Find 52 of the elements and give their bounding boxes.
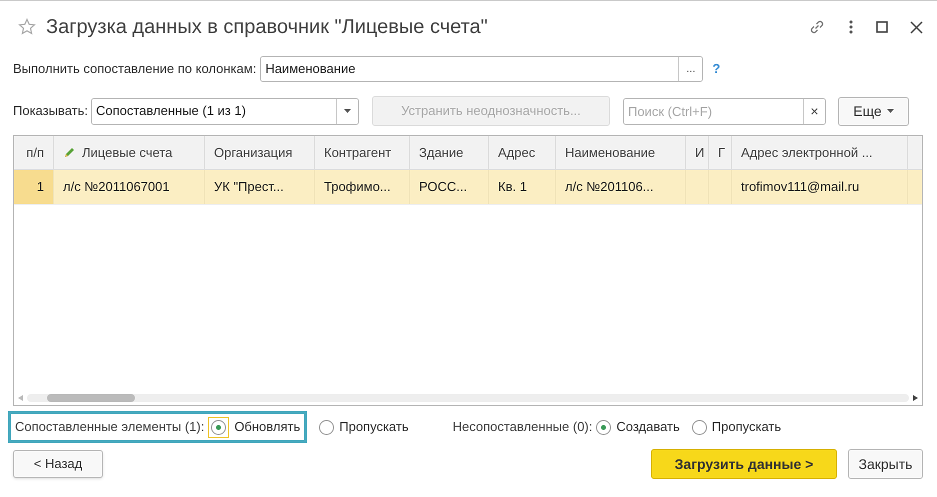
table-cell-text: 1 [36,178,44,196]
table-cell-text: УК "Прест... [214,178,284,196]
table-cell-text: л/с №201106... [565,178,654,196]
table-row[interactable]: 1 л/с №2011067001 УК "Прест... Трофимо... РОСС... Кв. 1 л/с №201106... trofimov111@mail.ru [14,170,922,205]
select-button[interactable]: ... [678,57,702,81]
column-header[interactable]: Адрес [489,136,556,169]
radio-button[interactable] [319,420,334,434]
table-cell-text: РОСС... [419,178,468,196]
column-header[interactable]: Лицевые счета [54,136,205,169]
maximize-icon[interactable] [876,21,888,33]
radio-label: Пропускать [339,418,409,436]
column-header[interactable]: Организация [205,136,315,169]
window-title: Загрузка данных в справочник "Лицевые счета" [46,15,489,40]
more-icon[interactable] [848,19,854,35]
column-header[interactable]: Г [709,136,732,169]
group-label: Сопоставленные элементы (1): [15,418,204,436]
star-icon[interactable] [18,18,36,36]
radio-label: Создавать [616,418,680,436]
table-cell-text: trofimov111@mail.ru [741,178,860,196]
field-label: Выполнить сопоставление по колонкам: [13,60,256,78]
search-field[interactable]: Поиск (Ctrl+F) × [622,98,826,124]
close-icon[interactable] [910,20,923,34]
table-cell-text: Трофимо... [324,178,391,196]
more-button[interactable]: Еще [838,96,909,126]
radio-button[interactable] [692,420,707,434]
table-cell-text: Кв. 1 [498,178,527,196]
back-button[interactable]: < Назад [13,450,103,478]
caret-icon[interactable] [886,109,894,113]
dropdown-value: Сопоставленные (1 из 1) [94,102,247,120]
caret-icon[interactable] [344,109,351,113]
column-header[interactable]: п/п [14,136,54,169]
field-value: Наименование [264,60,356,78]
clear-button[interactable]: × [802,98,825,124]
column-header[interactable]: Наименование [556,136,686,169]
column-header[interactable]: Контрагент [315,136,410,169]
group-label: Несопоставленные (0): [452,418,592,436]
radio-label: Пропускать [712,418,782,436]
pencil-icon [63,146,76,159]
link-icon[interactable] [808,18,826,36]
scrollbar[interactable] [27,394,909,402]
mapping-field[interactable]: Наименование ... [260,56,704,82]
radio-label: Обновлять [234,418,300,436]
column-header[interactable]: И [686,136,709,169]
field-label: Показывать: [13,102,88,120]
show-dropdown[interactable]: Сопоставленные (1 из 1) [90,98,359,124]
column-header[interactable]: Адрес электронной ... [732,136,908,169]
close-button[interactable]: Закрыть [848,449,923,479]
load-button[interactable]: Загрузить данные > [651,449,837,479]
radio-button[interactable] [596,420,612,434]
scroll-right-icon[interactable] [913,395,918,401]
column-header[interactable]: Здание [410,136,489,169]
table-cell-text: л/с №2011067001 [63,178,170,196]
